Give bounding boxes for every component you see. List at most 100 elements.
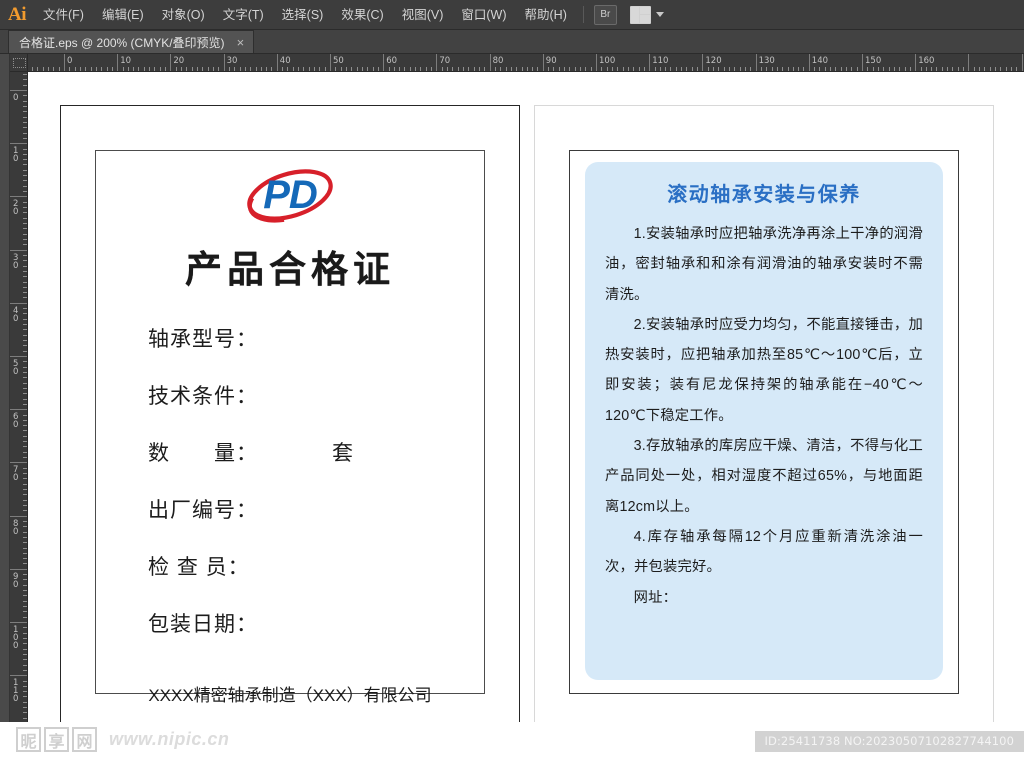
ruler-tick [867, 67, 869, 71]
ruler-tick [1010, 67, 1012, 71]
ruler-tick [23, 260, 27, 262]
ruler-tick [10, 409, 27, 411]
ruler-tick [23, 324, 27, 326]
menu-select[interactable]: 选择(S) [273, 0, 333, 30]
horizontal-ruler[interactable]: 0 10 20 30 40 50 60 70 80 90 100 110 120 130 140 150 160 [28, 54, 1024, 72]
instruction-paragraph-2: 2.安装轴承时应受力均匀，不能直接锤击，加热安装时，应把轴承加热至85℃～100… [605, 316, 923, 424]
ruler-tick [282, 67, 284, 71]
ruler-tick [23, 504, 27, 506]
ruler-tick [968, 54, 970, 71]
artboard-canvas[interactable]: PD 产品合格证 轴承型号： 技术条件： 数 量： 套 出厂编号： 检 查 员：… [28, 72, 1024, 730]
field-value[interactable]: 套 [332, 437, 354, 467]
arrange-documents-icon [629, 5, 651, 24]
arrange-documents-button[interactable] [629, 5, 664, 24]
ruler-tick [186, 67, 188, 71]
field-serial-number: 出厂编号： [148, 494, 484, 524]
ruler-tick [23, 552, 27, 554]
menu-object[interactable]: 对象(O) [153, 0, 214, 30]
tools-panel-collapsed[interactable] [0, 54, 10, 766]
ruler-tick [23, 286, 27, 288]
chevron-down-icon [655, 12, 664, 17]
ruler-label: 110 [652, 56, 669, 66]
menu-window[interactable]: 窗口(W) [452, 0, 515, 30]
ruler-origin-corner[interactable] [10, 54, 28, 72]
company-name: XXXX精密轴承制造（XXX）有限公司 [148, 686, 432, 705]
ruler-tick [468, 67, 470, 71]
ruler-tick [23, 111, 27, 113]
ruler-tick [42, 67, 44, 71]
ruler-tick [23, 137, 27, 139]
ruler-tick [510, 67, 512, 71]
nipic-char-3: 网 [72, 727, 97, 752]
ruler-tick [23, 457, 27, 459]
menu-file[interactable]: 文件(F) [34, 0, 93, 30]
app-logo-icon: Ai [8, 3, 27, 25]
bridge-icon[interactable]: Br [593, 4, 617, 25]
instruction-paragraph-1: 1.安装轴承时应把轴承洗净再涂上干净的润滑油，密封轴承和和涂有润滑油的轴承安装时… [605, 226, 923, 303]
field-label: 出厂编号： [148, 499, 258, 522]
field-bearing-model: 轴承型号： [148, 323, 484, 353]
ruler-tick [920, 67, 922, 71]
ruler-tick [23, 637, 27, 639]
ruler-label: 90 [545, 56, 557, 66]
menu-help[interactable]: 帮助(H) [516, 0, 576, 30]
ruler-tick [707, 67, 709, 71]
ruler-tick [23, 425, 27, 427]
ruler-tick [127, 67, 129, 71]
ruler-tick [941, 67, 943, 71]
ruler-tick [292, 67, 294, 71]
ruler-tick [388, 67, 390, 71]
ruler-tick [638, 67, 640, 71]
ruler-tick [85, 67, 87, 71]
ruler-tick [23, 574, 27, 576]
ruler-tick [1005, 67, 1007, 71]
artboard-instructions[interactable]: 滚动轴承安装与保养 1.安装轴承时应把轴承洗净再涂上干净的润滑油，密封轴承和和涂… [534, 105, 994, 730]
ruler-tick [23, 542, 27, 544]
menu-effect[interactable]: 效果(C) [332, 0, 392, 30]
ruler-tick [521, 67, 523, 71]
ruler-tick [23, 643, 27, 645]
ruler-tick [846, 67, 848, 71]
menu-type[interactable]: 文字(T) [214, 0, 273, 30]
ruler-tick [500, 67, 502, 71]
ruler-tick [553, 67, 555, 71]
ruler-tick [319, 67, 321, 71]
ruler-tick [266, 67, 268, 71]
ruler-tick [872, 67, 874, 71]
close-icon[interactable]: × [235, 36, 247, 49]
ruler-label: 60 [13, 412, 19, 431]
ruler-tick [10, 515, 27, 517]
document-tab[interactable]: 合格证.eps @ 200% (CMYK/叠印预览) × [8, 30, 255, 53]
ruler-tick [23, 318, 27, 320]
ruler-tick [484, 67, 486, 71]
vertical-ruler[interactable]: 0 10 20 30 40 50 60 70 80 90 100 110 [10, 72, 28, 730]
nipic-url: www.nipic.cn [109, 729, 230, 749]
ruler-tick [23, 600, 27, 602]
ruler-tick [23, 201, 27, 203]
ruler-label: 90 [13, 571, 19, 590]
menu-view[interactable]: 视图(V) [393, 0, 453, 30]
ruler-tick [478, 67, 480, 71]
ruler-tick [255, 67, 257, 71]
ruler-tick [361, 67, 363, 71]
ruler-tick [23, 590, 27, 592]
ruler-tick [10, 675, 27, 677]
ruler-tick [766, 67, 768, 71]
ruler-tick [143, 67, 145, 71]
ruler-tick [734, 67, 736, 71]
ruler-tick [79, 67, 81, 71]
menu-edit[interactable]: 编辑(E) [93, 0, 153, 30]
ruler-tick [223, 54, 225, 71]
ruler-tick [10, 196, 27, 198]
ruler-tick [691, 67, 693, 71]
artboard-certificate[interactable]: PD 产品合格证 轴承型号： 技术条件： 数 量： 套 出厂编号： 检 查 员：… [60, 105, 520, 730]
ruler-tick [23, 653, 27, 655]
ruler-tick [23, 329, 27, 331]
ruler-tick [665, 67, 667, 71]
ruler-tick [404, 67, 406, 71]
instructions-title: 滚动轴承安装与保养 [667, 184, 861, 206]
instruction-website-label: 网址： [633, 589, 678, 606]
ruler-tick [984, 67, 986, 71]
ruler-tick [893, 67, 895, 71]
ruler-tick [904, 67, 906, 71]
